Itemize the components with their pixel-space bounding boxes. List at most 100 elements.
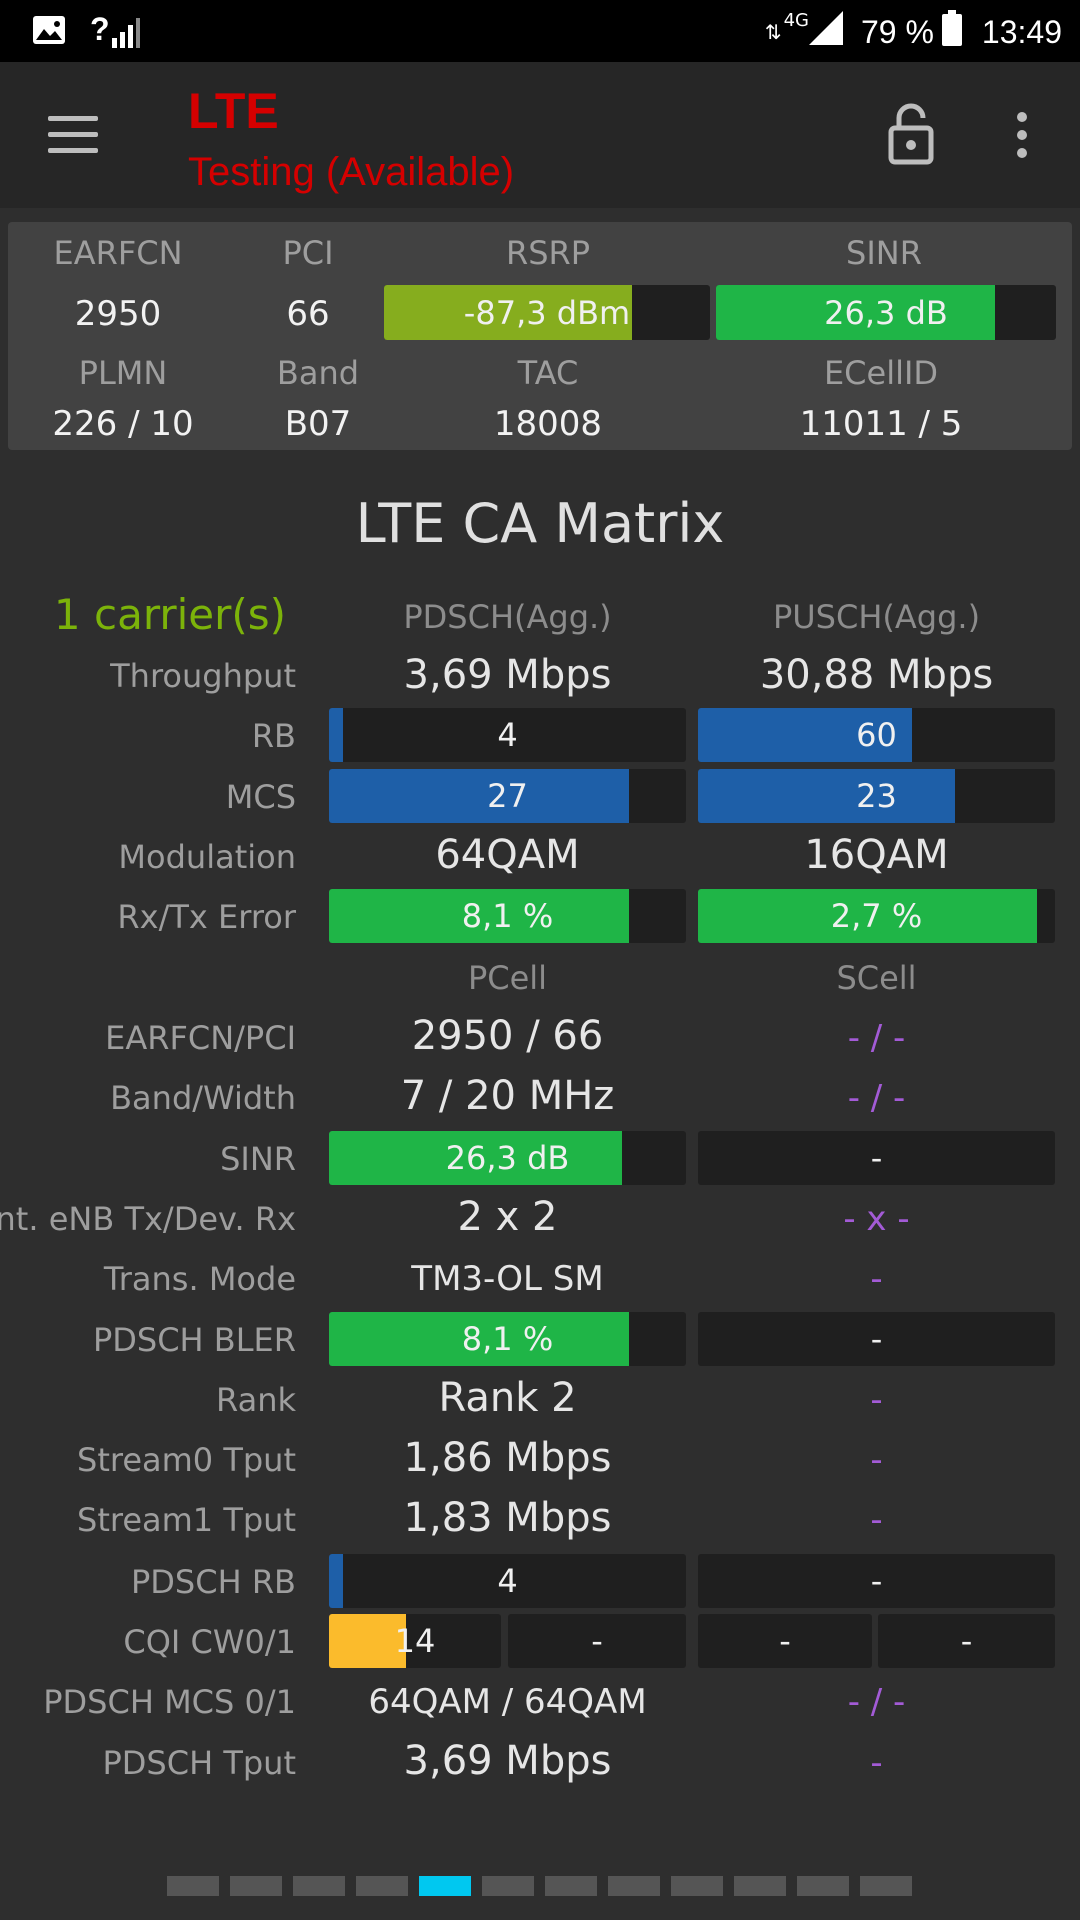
rank-pcell: Rank 2 — [438, 1375, 577, 1421]
mcs-dl-bar: 27 — [329, 769, 686, 823]
earfcn-value: 2950 — [74, 294, 162, 334]
pusch-agg-header: PUSCH(Agg.) — [772, 598, 981, 636]
page-dot[interactable] — [734, 1876, 786, 1896]
earfcn-label: EARFCN — [53, 234, 183, 272]
unlock-icon[interactable] — [888, 102, 934, 166]
throughput-label: Throughput — [110, 657, 296, 695]
pdsch-agg-header: PDSCH(Agg.) — [403, 598, 612, 636]
ecellid-value: 11011 / 5 — [799, 404, 963, 444]
error-dl-bar: 8,1 % — [329, 889, 686, 943]
signal-indicator-text: ? — [90, 11, 110, 47]
trans-mode-pcell: TM3-OL SM — [411, 1259, 604, 1299]
modulation-ul: 16QAM — [804, 832, 949, 878]
sinr-value: 26,3 dB — [824, 293, 948, 332]
earfcn-pci-pcell: 2950 / 66 — [411, 1013, 604, 1059]
pci-value: 66 — [286, 294, 330, 334]
band-width-scell: - / - — [847, 1078, 906, 1118]
ecellid-label: ECellID — [823, 354, 939, 392]
pdsch-mcs-label: PDSCH MCS 0/1 — [43, 1683, 296, 1721]
pdsch-rb-pcell-bar: 4 — [329, 1554, 686, 1608]
pdsch-mcs-scell: - / - — [847, 1682, 906, 1722]
band-value: B07 — [284, 404, 352, 444]
error-ul-bar: 2,7 % — [698, 889, 1055, 943]
pdsch-rb-scell-bar: - — [698, 1554, 1055, 1608]
bler-pcell-value: 8,1 % — [461, 1320, 554, 1358]
battery-percent: 79 % — [860, 13, 934, 50]
earfcn-pci-scell: - / - — [847, 1018, 906, 1058]
band-label: Band — [276, 354, 360, 392]
mcs-ul-value: 23 — [856, 777, 897, 815]
antenna-scell: - x - — [843, 1199, 910, 1239]
plmn-label: PLMN — [78, 354, 168, 392]
modulation-label: Modulation — [118, 838, 296, 876]
rb-ul-value: 60 — [856, 716, 897, 754]
rsrp-label: RSRP — [505, 234, 591, 272]
plmn-value: 226 / 10 — [52, 404, 194, 444]
clock: 13:49 — [981, 13, 1062, 50]
page-dot[interactable] — [230, 1876, 282, 1896]
sinr-pcell-bar: 26,3 dB — [329, 1131, 686, 1185]
page-dot[interactable] — [482, 1876, 534, 1896]
page-dot[interactable] — [797, 1876, 849, 1896]
earfcn-pci-label: EARFCN/PCI — [105, 1019, 296, 1057]
bler-pcell-bar: 8,1 % — [329, 1312, 686, 1366]
throughput-dl: 3,69 Mbps — [403, 652, 612, 698]
stream1-pcell: 1,83 Mbps — [403, 1495, 612, 1541]
section-title: LTE CA Matrix — [355, 492, 725, 555]
stream1-scell: - — [870, 1500, 883, 1540]
page-dot[interactable] — [671, 1876, 723, 1896]
pdsch-rb-pcell-value: 4 — [497, 1562, 518, 1600]
app-subtitle: Testing (Available) — [188, 150, 515, 194]
signal-unknown-icon: ? — [90, 11, 140, 48]
data-arrows-icon: ⇅ — [764, 20, 782, 44]
page-dot[interactable] — [293, 1876, 345, 1896]
more-options-icon[interactable] — [1012, 112, 1032, 162]
serving-cell-summary: EARFCN PCI RSRP SINR 2950 66 -87,3 dBm 2… — [8, 222, 1072, 450]
sinr-scell-bar: - — [698, 1131, 1055, 1185]
error-ul-value: 2,7 % — [830, 897, 923, 935]
gallery-notification-icon — [32, 15, 66, 45]
rank-scell: - — [870, 1380, 883, 1420]
pcell-header: PCell — [467, 959, 548, 997]
page-dot[interactable] — [860, 1876, 912, 1896]
bler-label: PDSCH BLER — [92, 1321, 296, 1359]
page-dot[interactable] — [167, 1876, 219, 1896]
cqi-cw1-pcell-value: - — [591, 1622, 603, 1660]
mcs-dl-value: 27 — [487, 777, 528, 815]
tac-value: 18008 — [493, 404, 603, 444]
cqi-cw1-scell-bar: - — [878, 1614, 1055, 1668]
rsrp-bar: -87,3 dBm — [384, 285, 710, 340]
error-label: Rx/Tx Error — [117, 898, 296, 936]
pdsch-rb-label: PDSCH RB — [130, 1563, 296, 1601]
rb-ul-bar: 60 — [698, 708, 1055, 762]
page-dot[interactable] — [356, 1876, 408, 1896]
rb-dl-value: 4 — [497, 716, 518, 754]
stream0-label: Stream0 Tput — [77, 1441, 296, 1479]
bler-scell-bar: - — [698, 1312, 1055, 1366]
pdsch-mcs-pcell: 64QAM / 64QAM — [368, 1682, 647, 1722]
modulation-dl: 64QAM — [435, 832, 580, 878]
antenna-pcell: 2 x 2 — [457, 1194, 558, 1240]
bler-scell-value: - — [870, 1320, 883, 1358]
page-dot[interactable] — [419, 1876, 471, 1896]
battery-icon — [941, 10, 962, 54]
cqi-cw0-scell-bar: - — [698, 1614, 872, 1668]
tac-label: TAC — [517, 354, 579, 392]
cell-signal-icon — [808, 11, 843, 53]
band-width-label: Band/Width — [110, 1079, 296, 1117]
rb-dl-bar: 4 — [329, 708, 686, 762]
mcs-label: MCS — [225, 778, 296, 816]
cqi-cw0-pcell-value: 14 — [394, 1622, 436, 1660]
cqi-cw1-scell-value: - — [960, 1622, 973, 1660]
antenna-label: Ant. eNB Tx/Dev. Rx — [0, 1200, 296, 1238]
pci-label: PCI — [282, 234, 334, 272]
rank-label: Rank — [216, 1381, 296, 1419]
pdsch-rb-scell-value: - — [870, 1562, 883, 1600]
hamburger-menu-icon[interactable] — [48, 116, 98, 154]
cqi-label: CQI CW0/1 — [123, 1623, 296, 1661]
carrier-count: 1 carrier(s) — [53, 590, 287, 639]
page-dot[interactable] — [545, 1876, 597, 1896]
status-bar: ? ⇅ 4G 79 % 13:49 — [0, 0, 1080, 62]
network-type: 4G — [783, 10, 809, 31]
page-dot[interactable] — [608, 1876, 660, 1896]
